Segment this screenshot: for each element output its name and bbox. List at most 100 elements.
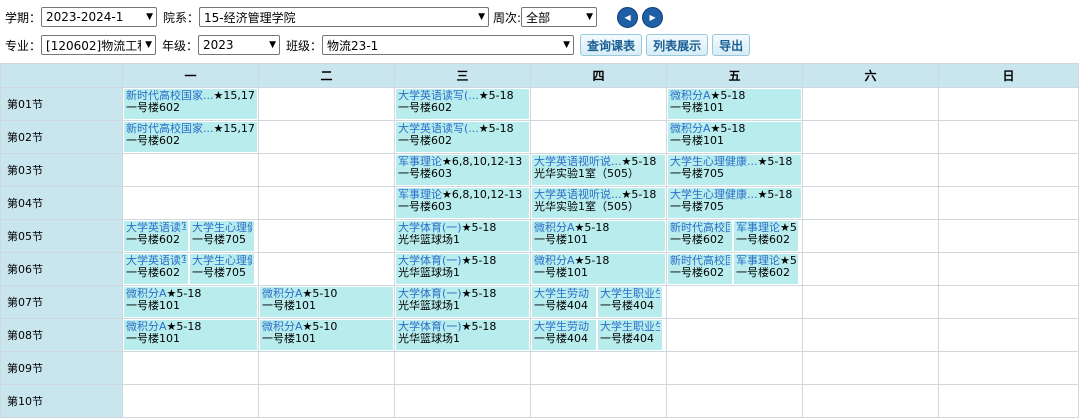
course-title[interactable]: 大学生劳动 bbox=[534, 321, 594, 333]
course-title-text[interactable]: 军事理论 bbox=[398, 156, 442, 168]
course-block[interactable]: 大学英语读写(...★5-18 一号楼602 bbox=[396, 89, 529, 119]
course-title-text[interactable]: 微积分A bbox=[534, 222, 575, 234]
schedule-cell[interactable]: 微积分A★5-18 一号楼101 bbox=[666, 87, 803, 121]
course-title-text[interactable]: 新时代高校国家... bbox=[126, 90, 214, 102]
schedule-cell[interactable]: 微积分A★5-18 一号楼101 bbox=[122, 318, 259, 352]
course-title[interactable]: 大学英语读写(...★5-18 bbox=[398, 123, 527, 135]
schedule-cell[interactable]: 大学体育(一)★5-18 光华篮球场1 bbox=[394, 285, 531, 319]
course-title[interactable]: 大学生心理健康...★5-18 bbox=[670, 156, 799, 168]
schedule-cell[interactable] bbox=[938, 384, 1079, 418]
course-title[interactable]: 大学英语视听说...★5-18 bbox=[534, 189, 663, 201]
course-block[interactable]: 军事理论★5 一号楼602 bbox=[734, 254, 798, 284]
course-title[interactable]: 大学英语读写 bbox=[126, 255, 186, 267]
course-block[interactable]: 微积分A★5-18 一号楼101 bbox=[124, 320, 257, 350]
course-block[interactable]: 大学生心理健康...★5-18 一号楼705 bbox=[668, 188, 801, 218]
schedule-cell[interactable] bbox=[530, 87, 667, 121]
course-block[interactable]: 大学生心理健 一号楼705 bbox=[190, 221, 254, 251]
schedule-cell[interactable]: 大学英语读写(...★5-18 一号楼602 bbox=[394, 120, 531, 154]
class-select[interactable]: 物流23-1 ▼ bbox=[322, 35, 575, 55]
schedule-cell[interactable] bbox=[394, 384, 531, 418]
schedule-cell[interactable]: 大学体育(一)★5-18 光华篮球场1 bbox=[394, 318, 531, 352]
course-title[interactable]: 大学生职业生 bbox=[600, 288, 660, 300]
course-title-text[interactable]: 大学英语视听说... bbox=[534, 189, 622, 201]
course-title-text[interactable]: 大学生心理健 bbox=[192, 222, 252, 234]
course-block[interactable]: 大学体育(一)★5-18 光华篮球场1 bbox=[396, 221, 529, 251]
schedule-cell[interactable]: 大学体育(一)★5-18 光华篮球场1 bbox=[394, 252, 531, 286]
course-title[interactable]: 军事理论★6,8,10,12-13 bbox=[398, 156, 527, 168]
course-title-text[interactable]: 大学体育(一) bbox=[398, 288, 462, 300]
course-block[interactable]: 军事理论★6,8,10,12-13 一号楼603 bbox=[396, 155, 529, 185]
course-block[interactable]: 大学生心理健 一号楼705 bbox=[190, 254, 254, 284]
course-title-text[interactable]: 大学英语视听说... bbox=[534, 156, 622, 168]
schedule-cell[interactable]: 军事理论★6,8,10,12-13 一号楼603 bbox=[394, 186, 531, 220]
course-title-text[interactable]: 大学生心理健 bbox=[192, 255, 252, 267]
schedule-cell[interactable] bbox=[938, 186, 1079, 220]
course-block[interactable]: 大学生劳动 一号楼404 bbox=[532, 287, 596, 317]
course-title-text[interactable]: 大学生劳动 bbox=[534, 288, 589, 300]
course-title-text[interactable]: 微积分A bbox=[670, 123, 711, 135]
course-block[interactable]: 大学生职业生 一号楼404 bbox=[598, 320, 662, 350]
export-button[interactable]: 导出 bbox=[712, 34, 751, 56]
course-title[interactable]: 军事理论★5 bbox=[736, 255, 796, 267]
course-block[interactable]: 大学生心理健康...★5-18 一号楼705 bbox=[668, 155, 801, 185]
course-block[interactable]: 军事理论★6,8,10,12-13 一号楼603 bbox=[396, 188, 529, 218]
course-title[interactable]: 大学体育(一)★5-18 bbox=[398, 222, 527, 234]
schedule-cell[interactable]: 新时代高校国 一号楼602 军事理论★5 一号楼602 bbox=[666, 252, 803, 286]
course-block[interactable]: 微积分A★5-18 一号楼101 bbox=[532, 221, 665, 251]
schedule-cell[interactable] bbox=[530, 384, 667, 418]
course-title-text[interactable]: 微积分A bbox=[670, 90, 711, 102]
course-title-text[interactable]: 大学生职业生 bbox=[600, 288, 660, 300]
course-title-text[interactable]: 微积分A bbox=[126, 288, 167, 300]
course-title-text[interactable]: 大学英语读写 bbox=[126, 222, 186, 234]
course-title[interactable]: 军事理论★5 bbox=[736, 222, 796, 234]
course-block[interactable]: 微积分A★5-18 一号楼101 bbox=[668, 89, 801, 119]
schedule-cell[interactable]: 大学英语读写 一号楼602 大学生心理健 一号楼705 bbox=[122, 219, 259, 253]
course-title-text[interactable]: 军事理论 bbox=[736, 255, 780, 267]
schedule-cell[interactable]: 大学英语视听说...★5-18 光华实验1室（505） bbox=[530, 186, 667, 220]
course-title-text[interactable]: 军事理论 bbox=[398, 189, 442, 201]
course-block[interactable]: 微积分A★5-18 一号楼101 bbox=[532, 254, 665, 284]
schedule-cell[interactable] bbox=[530, 120, 667, 154]
course-title[interactable]: 大学英语视听说...★5-18 bbox=[534, 156, 663, 168]
schedule-cell[interactable] bbox=[258, 252, 395, 286]
schedule-cell[interactable]: 大学生劳动 一号楼404 大学生职业生 一号楼404 bbox=[530, 318, 667, 352]
course-block[interactable]: 军事理论★5 一号楼602 bbox=[734, 221, 798, 251]
course-title-text[interactable]: 大学体育(一) bbox=[398, 321, 462, 333]
schedule-cell[interactable]: 新时代高校国家...★15,17 一号楼602 bbox=[122, 87, 259, 121]
course-title-text[interactable]: 大学生心理健康... bbox=[670, 156, 758, 168]
schedule-cell[interactable] bbox=[802, 153, 939, 187]
course-title-text[interactable]: 新时代高校国家... bbox=[126, 123, 214, 135]
course-title[interactable]: 大学英语读写 bbox=[126, 222, 186, 234]
schedule-cell[interactable] bbox=[802, 318, 939, 352]
schedule-cell[interactable]: 微积分A★5-18 一号楼101 bbox=[122, 285, 259, 319]
schedule-cell[interactable] bbox=[802, 186, 939, 220]
next-week-button[interactable]: ▶ bbox=[642, 6, 664, 28]
course-block[interactable]: 大学英语视听说...★5-18 光华实验1室（505） bbox=[532, 188, 665, 218]
course-title[interactable]: 大学生心理健 bbox=[192, 222, 252, 234]
schedule-cell[interactable]: 大学英语视听说...★5-18 光华实验1室（505） bbox=[530, 153, 667, 187]
course-block[interactable]: 大学体育(一)★5-18 光华篮球场1 bbox=[396, 287, 529, 317]
course-title-text[interactable]: 大学英语读写(... bbox=[398, 123, 479, 135]
course-title-text[interactable]: 大学英语读写 bbox=[126, 255, 186, 267]
schedule-cell[interactable] bbox=[802, 351, 939, 385]
schedule-cell[interactable] bbox=[394, 351, 531, 385]
course-block[interactable]: 微积分A★5-10 一号楼101 bbox=[260, 320, 393, 350]
course-block[interactable]: 大学英语读写 一号楼602 bbox=[124, 254, 188, 284]
course-title[interactable]: 军事理论★6,8,10,12-13 bbox=[398, 189, 527, 201]
course-title-text[interactable]: 大学体育(一) bbox=[398, 222, 462, 234]
schedule-cell[interactable] bbox=[938, 153, 1079, 187]
schedule-cell[interactable] bbox=[122, 186, 259, 220]
schedule-cell[interactable]: 微积分A★5-18 一号楼101 bbox=[666, 120, 803, 154]
schedule-cell[interactable]: 大学英语读写(...★5-18 一号楼602 bbox=[394, 87, 531, 121]
course-title-text[interactable]: 微积分A bbox=[262, 288, 303, 300]
schedule-cell[interactable] bbox=[530, 351, 667, 385]
course-title-text[interactable]: 新时代高校国 bbox=[670, 255, 730, 267]
schedule-cell[interactable] bbox=[938, 120, 1079, 154]
schedule-cell[interactable] bbox=[938, 285, 1079, 319]
course-title[interactable]: 大学英语读写(...★5-18 bbox=[398, 90, 527, 102]
course-title[interactable]: 微积分A★5-18 bbox=[670, 123, 799, 135]
dept-select[interactable]: 15-经济管理学院 ▼ bbox=[199, 7, 490, 27]
course-block[interactable]: 新时代高校国 一号楼602 bbox=[668, 221, 732, 251]
schedule-cell[interactable]: 大学生心理健康...★5-18 一号楼705 bbox=[666, 153, 803, 187]
grade-select[interactable]: 2023 ▼ bbox=[198, 35, 281, 55]
